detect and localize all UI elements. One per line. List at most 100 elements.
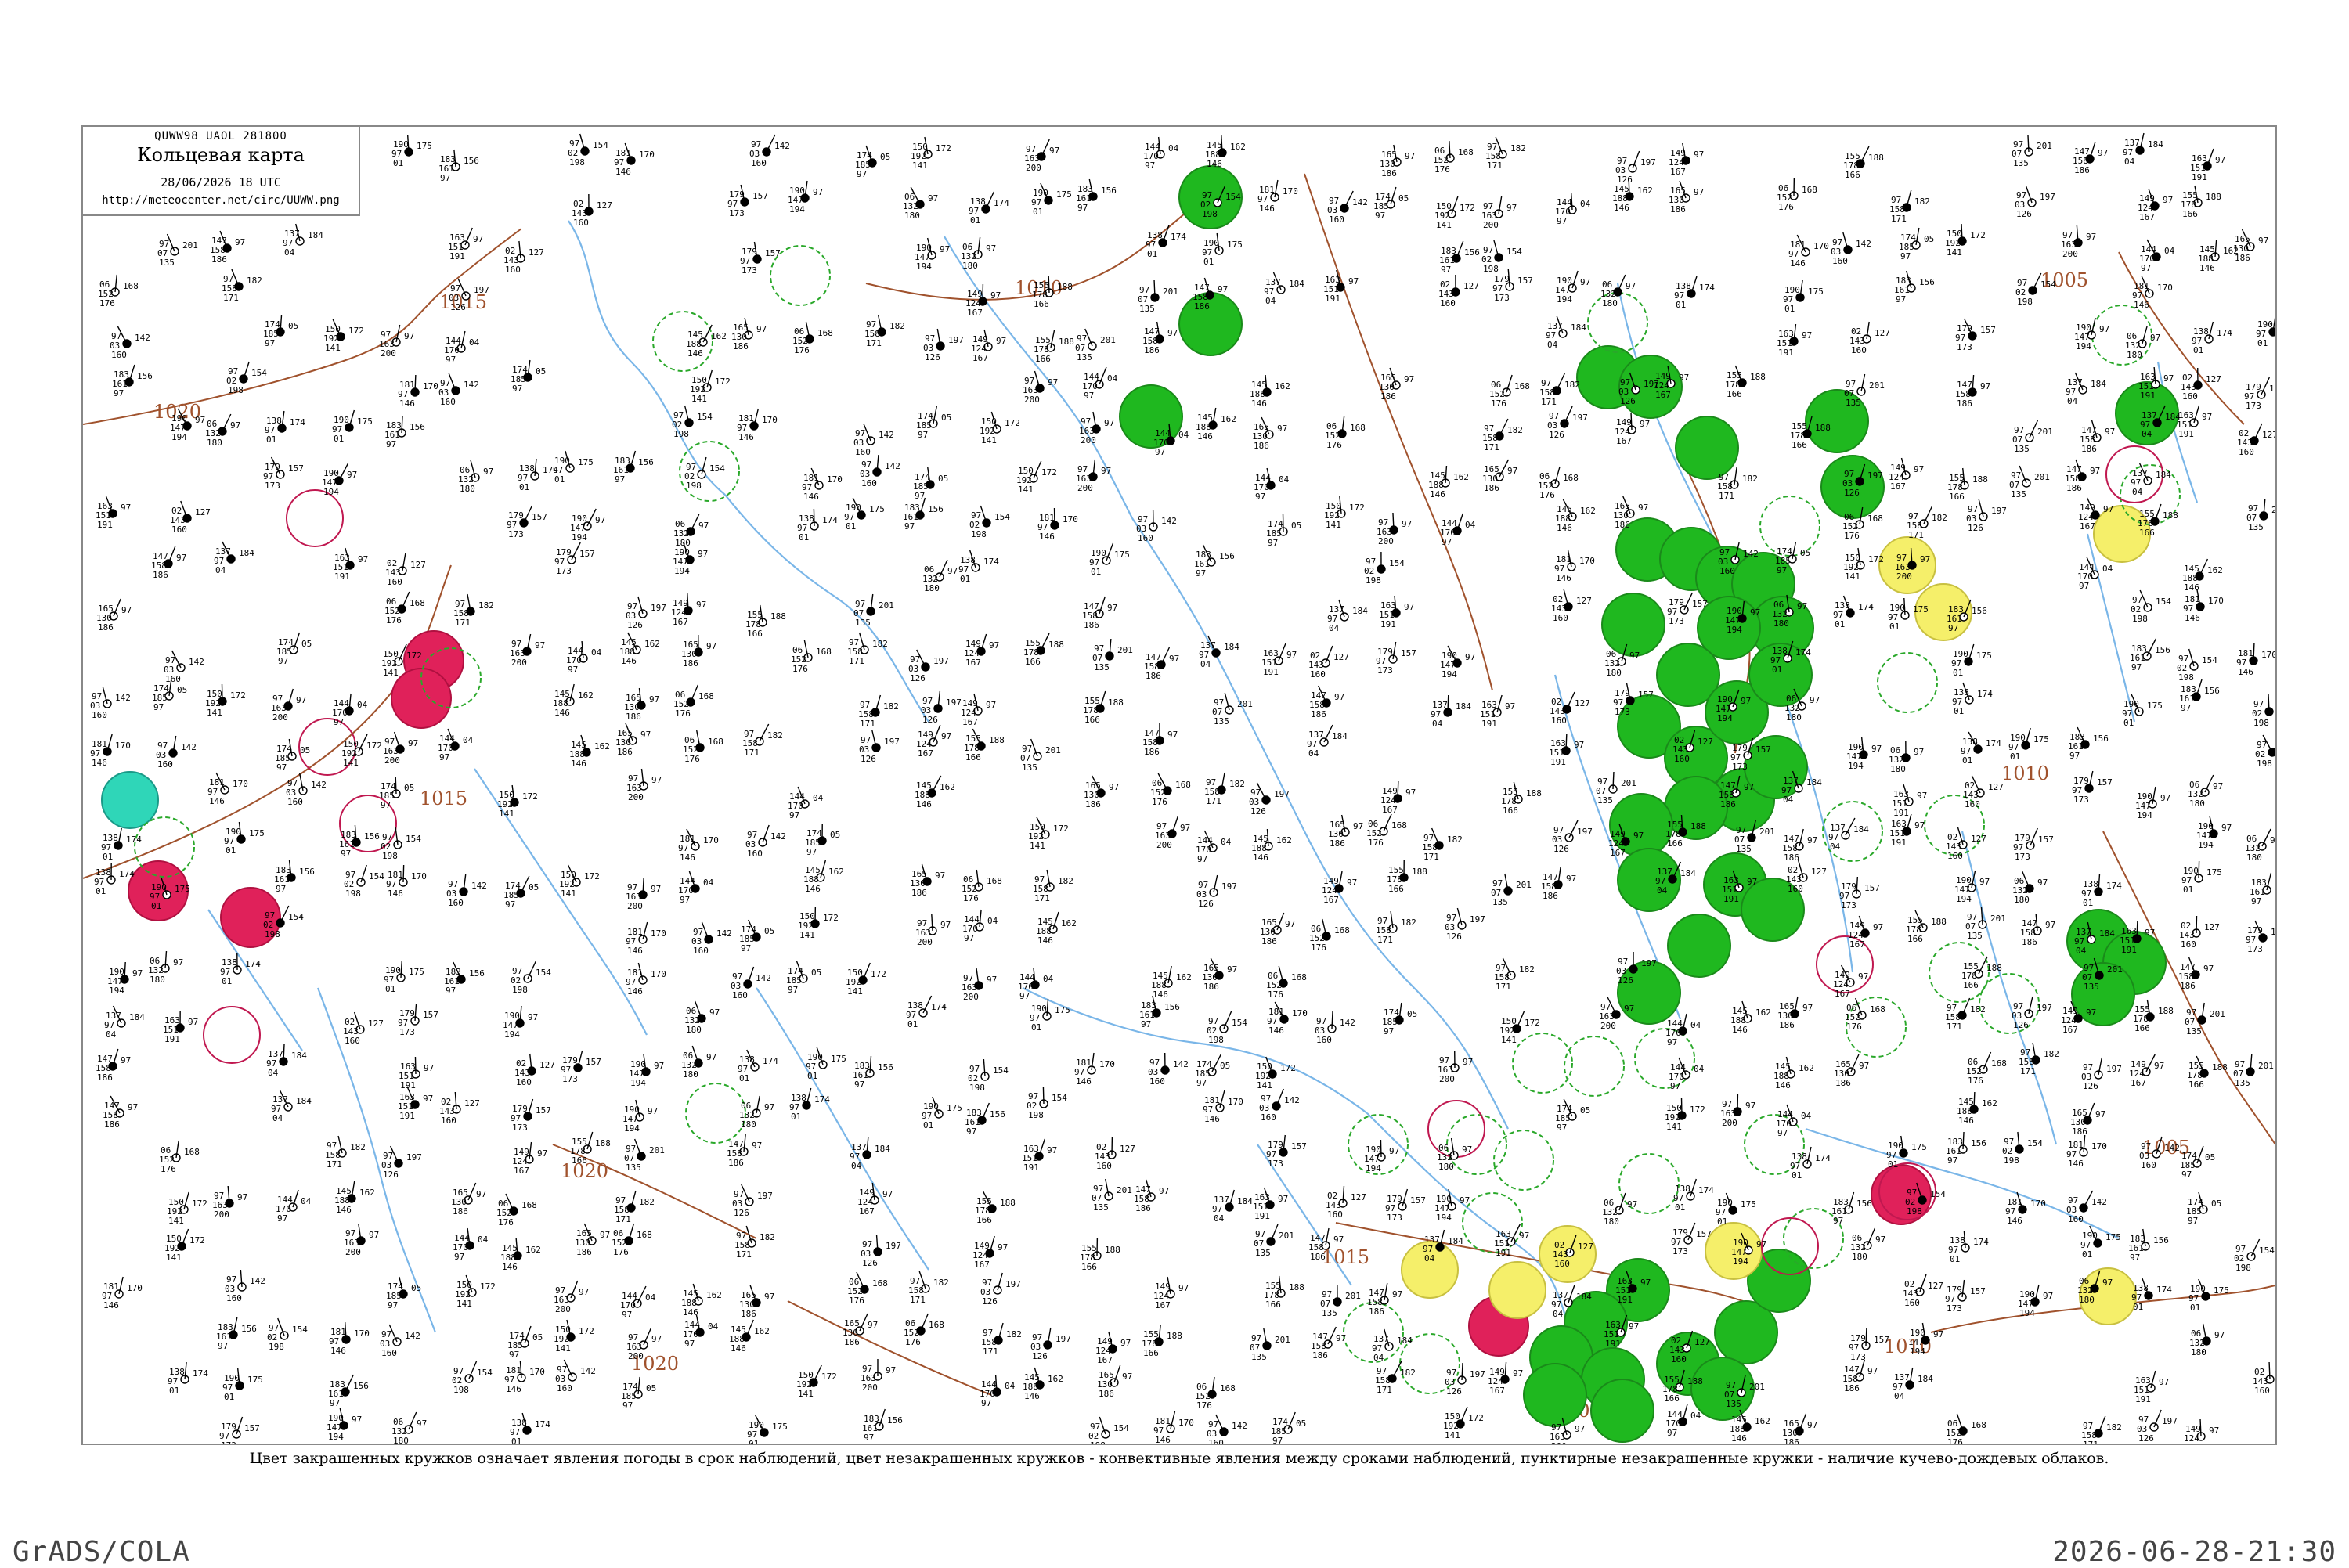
station-value: 97 (1833, 1216, 1843, 1226)
station-plot: 150192141172 (167, 1192, 207, 1226)
station-value: 176 (963, 893, 979, 903)
station-value: 154 (1389, 558, 1405, 568)
station-value: 157 (244, 1423, 260, 1433)
station-value: 191 (334, 571, 350, 582)
station-plot: 1909701175 (2181, 861, 2222, 895)
station-value: 97 (1557, 216, 1567, 226)
station-value: 176 (675, 708, 691, 719)
station-value: 170 (127, 1283, 143, 1293)
wind-barb (1041, 139, 1049, 157)
station-value: 97 (1101, 466, 1111, 476)
station-value: 176 (1326, 440, 1342, 450)
station-value: 97 (2214, 1330, 2225, 1340)
station-value: 146 (2134, 300, 2149, 310)
station-value: 171 (1496, 982, 1511, 992)
station-value: 97 (1747, 877, 1757, 887)
station-value: 01 (334, 434, 344, 444)
station-value: 176 (1268, 989, 1283, 1000)
station-value: 180 (150, 975, 165, 985)
station-value: 197 (1991, 506, 2007, 516)
station-value: 186 (1615, 520, 1630, 530)
station-plot: 9716320097 (1481, 196, 1517, 230)
station-value: 191 (1778, 348, 1794, 358)
station-plot: 1741859705 (503, 876, 539, 910)
station-value: 157 (1864, 883, 1880, 893)
station-value: 160 (1149, 1076, 1165, 1087)
station-value: 171 (849, 656, 864, 666)
station-value: 97 (121, 503, 131, 513)
station-value: 142 (756, 973, 771, 983)
station-plot: 18197146170 (2066, 1135, 2107, 1169)
station-value: 171 (2083, 1440, 2098, 1444)
station-plot: 16513018697 (681, 635, 716, 669)
station-value: 135 (1139, 304, 1155, 314)
station-plot: 150192141172 (497, 785, 538, 819)
station-plot: 155178166188 (2138, 504, 2178, 538)
station-plot: 1389701174 (2192, 322, 2232, 355)
station-value: 197 (1470, 1369, 1485, 1379)
station-value: 157 (1696, 1229, 1712, 1239)
station-value: 167 (2131, 1078, 2146, 1088)
station-plot: 1389701174 (510, 1413, 550, 1444)
station-value: 97 (369, 1230, 379, 1240)
station-value: 194 (1956, 894, 1972, 904)
station-plot: 155178166188 (975, 1191, 1016, 1225)
station-value: 174 (2156, 1285, 2172, 1295)
station-plot: 9707135201 (1075, 329, 1116, 362)
station-value: 97 (1807, 835, 1817, 845)
station-plot: 1389701174 (518, 459, 558, 492)
station-value: 194 (1910, 1346, 1925, 1357)
station-plot: 18197146170 (1554, 550, 1595, 583)
station-value: 174 (535, 1419, 550, 1429)
station-value: 97 (1405, 788, 1416, 798)
station-value: 175 (1911, 1142, 1927, 1152)
station-plot: 16513018697 (1782, 1414, 1817, 1444)
wind-barb (1517, 1011, 1524, 1029)
station-plot: 9716320097 (1023, 371, 1058, 405)
station-value: 97 (1159, 1186, 1169, 1196)
station-value: 97 (709, 1007, 720, 1018)
station-value: 194 (504, 1029, 520, 1040)
station-value: 97 (756, 324, 767, 334)
station-plot: 9702198154 (263, 906, 304, 939)
station-value: 188 (1986, 963, 2002, 973)
station-value: 198 (971, 529, 987, 539)
station-value: 186 (453, 1206, 468, 1217)
synoptic-map: 1010 1015 1020 1005 1015 1020 1015 1010 … (81, 125, 2277, 1445)
station-value: 97 (121, 605, 132, 615)
station-value: 97 (1272, 1436, 1283, 1444)
station-value: 154 (1225, 192, 1241, 202)
station-value: 126 (922, 715, 938, 725)
station-value: 97 (334, 717, 344, 727)
station-value: 186 (211, 254, 227, 265)
station-value: 174 (763, 1056, 778, 1066)
station-value: 186 (1484, 483, 1499, 493)
station-value: 180 (904, 211, 920, 221)
map-title-box: QUWW98 UAOL 281800 Кольцевая карта 28/06… (83, 127, 360, 216)
station-value: 197 (884, 737, 900, 747)
station-value: 201 (1516, 880, 1532, 890)
station-value: 182 (2044, 1049, 2059, 1059)
station-value: 174 (1795, 647, 1811, 658)
station-value: 170 (762, 415, 778, 425)
station-plot: 145188146162 (1251, 829, 1292, 863)
station-value: 127 (1694, 1337, 1710, 1347)
station-plot: 150192141172 (455, 1275, 496, 1309)
station-plot: 14715818697 (1782, 829, 1817, 863)
station-plot: 9703160142 (860, 455, 900, 488)
station-value: 127 (2204, 922, 2220, 932)
station-value: 97 (1375, 211, 1385, 221)
station-value: 160 (1554, 1259, 1570, 1269)
station-value: 127 (1928, 1281, 1943, 1291)
station-plot: 18316197156 (1194, 545, 1235, 579)
station-value: 04 (106, 1029, 117, 1040)
station-value: 188 (2212, 1062, 2228, 1072)
station-value: 97 (1277, 424, 1287, 434)
station-value: 126 (450, 302, 466, 312)
station-value: 146 (502, 1262, 518, 1272)
station-plot: 9703160142 (853, 424, 894, 457)
station-plot: 1741859705 (276, 633, 312, 666)
station-plot: 1441709704 (1665, 1404, 1701, 1438)
station-value: 01 (1835, 619, 1845, 629)
station-plot: 1741859705 (2186, 1192, 2221, 1226)
